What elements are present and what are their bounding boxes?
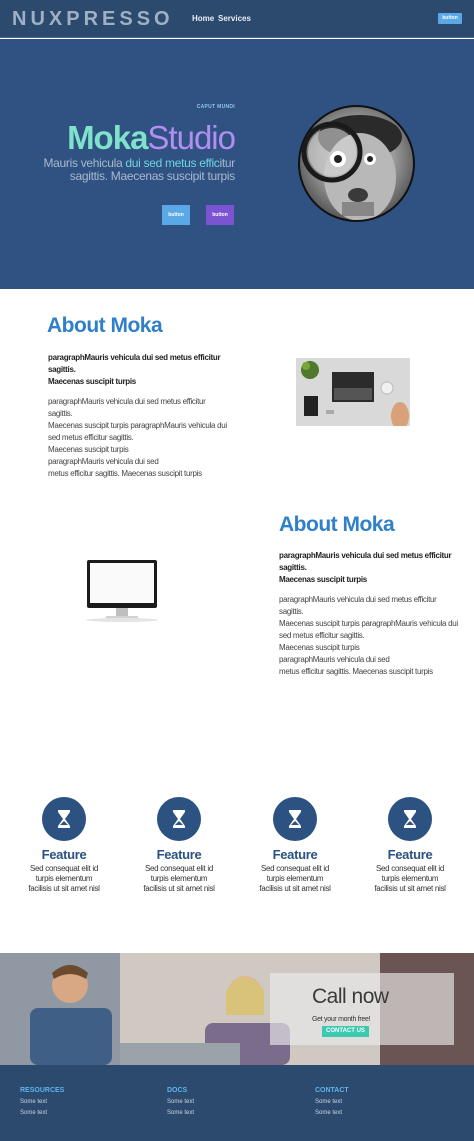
about-body-1-line: Maecenas suscipit turpis paragraphMauris… xyxy=(48,421,227,430)
feature-text: Sed consequat elit id turpis elementum f… xyxy=(355,864,465,894)
feature-text: Sed consequat elit id turpis elementum f… xyxy=(9,864,119,894)
footer-column-docs: DOCS Some text Some text xyxy=(167,1087,194,1116)
about-lead-1-line1: paragraphMauris vehicula dui sed metus e… xyxy=(48,353,221,362)
about-lead-1-line3: Maecenas suscipit turpis xyxy=(48,377,136,386)
hero-eyebrow: CAPUT MUNDI xyxy=(196,104,235,110)
footer-heading: RESOURCES xyxy=(20,1087,65,1094)
callnow-subtitle: Get your month free! xyxy=(312,1016,371,1023)
feature-card: Feature Sed consequat elit id turpis ele… xyxy=(124,797,234,894)
about-body-2-line: sed metus efficitur sagittis. xyxy=(279,631,365,640)
about-body-1: paragraphMauris vehicula dui sed metus e… xyxy=(48,396,227,480)
hero-subtitle: Mauris vehicula dui sed metus efficitur … xyxy=(43,157,235,183)
footer-link[interactable]: Some text xyxy=(167,1110,194,1116)
about-body-2-line: paragraphMauris vehicula dui sed metus e… xyxy=(279,595,437,604)
footer-column-contact: CONTACT Some text Some text xyxy=(315,1087,349,1116)
about-body-2: paragraphMauris vehicula dui sed metus e… xyxy=(279,594,458,678)
hero-subtitle-line2: sagittis. Maecenas suscipit turpis xyxy=(69,169,236,183)
feature-text-line: turpis elementum xyxy=(35,874,93,883)
desk-laptop-illustration xyxy=(296,358,410,426)
callnow-title: Call now xyxy=(312,985,389,1008)
hero-subtitle-highlight: dui sed metus effic xyxy=(125,156,220,170)
about-title-2: About Moka xyxy=(279,513,395,536)
contact-us-button[interactable]: CONTACT US xyxy=(322,1026,369,1037)
nav-button[interactable]: button xyxy=(438,13,462,24)
hero-button-primary[interactable]: button xyxy=(162,205,190,225)
feature-text-line: Sed consequat elit id xyxy=(261,864,329,873)
about-body-2-line: paragraphMauris vehicula dui sed xyxy=(279,655,390,664)
about-body-1-line: paragraphMauris vehicula dui sed metus e… xyxy=(48,397,206,406)
feature-text-line: turpis elementum xyxy=(266,874,324,883)
feature-text-line: facilisis ut sit amet nisl xyxy=(28,884,100,893)
about-lead-1: paragraphMauris vehicula dui sed metus e… xyxy=(48,352,221,388)
feature-title: Feature xyxy=(272,847,318,862)
hero-title: MokaStudio xyxy=(67,119,236,157)
footer-column-resources: RESOURCES Some text Some text xyxy=(20,1087,64,1116)
footer-heading: CONTACT xyxy=(315,1087,349,1094)
feature-text: Sed consequat elit id turpis elementum f… xyxy=(124,864,234,894)
about-lead-1-line2: sagittis. xyxy=(48,365,76,374)
portrait-image xyxy=(298,105,415,222)
feature-text-line: Sed consequat elit id xyxy=(30,864,98,873)
hourglass-icon xyxy=(42,797,86,841)
feature-card: Feature Sed consequat elit id turpis ele… xyxy=(355,797,465,894)
footer-link[interactable]: Some text xyxy=(315,1099,349,1105)
about-body-2-line: Maecenas suscipit turpis xyxy=(279,643,360,652)
about-lead-2-line2: sagittis. xyxy=(279,563,307,572)
feature-text-line: Sed consequat elit id xyxy=(145,864,213,873)
brand-logo[interactable]: NUXPRESSO xyxy=(12,8,174,31)
hero-title-part2: Studio xyxy=(147,119,236,156)
monitor-image xyxy=(86,559,158,622)
feature-text-line: turpis elementum xyxy=(381,874,439,883)
about-body-1-line: Maecenas suscipit turpis xyxy=(48,445,129,454)
about-lead-2-line1: paragraphMauris vehicula dui sed metus e… xyxy=(279,551,452,560)
feature-text-line: facilisis ut sit amet nisl xyxy=(374,884,446,893)
about-body-1-line: sagittis. xyxy=(48,409,73,418)
about-title-1: About Moka xyxy=(47,314,163,337)
feature-card: Feature Sed consequat elit id turpis ele… xyxy=(240,797,350,894)
feature-text-line: facilisis ut sit amet nisl xyxy=(143,884,215,893)
footer xyxy=(0,1065,474,1141)
footer-link[interactable]: Some text xyxy=(20,1110,64,1116)
feature-text-line: turpis elementum xyxy=(150,874,208,883)
feature-title: Feature xyxy=(41,847,87,862)
top-navbar: NUXPRESSO Home Services button xyxy=(0,0,474,38)
footer-link[interactable]: Some text xyxy=(315,1110,349,1116)
hourglass-icon xyxy=(157,797,201,841)
portrait-illustration xyxy=(301,115,402,220)
about-body-1-line: metus efficitur sagittis. Maecenas susci… xyxy=(48,469,202,478)
desk-laptop-image xyxy=(296,358,410,426)
feature-title: Feature xyxy=(387,847,433,862)
footer-heading: DOCS xyxy=(167,1087,188,1094)
footer-link[interactable]: Some text xyxy=(167,1099,194,1105)
hero-button-secondary[interactable]: button xyxy=(206,205,234,225)
feature-text-line: facilisis ut sit amet nisl xyxy=(259,884,331,893)
about-body-1-line: paragraphMauris vehicula dui sed xyxy=(48,457,159,466)
hourglass-icon xyxy=(388,797,432,841)
about-lead-2-line3: Maecenas suscipit turpis xyxy=(279,575,367,584)
footer-link[interactable]: Some text xyxy=(20,1099,64,1105)
about-body-2-line: metus efficitur sagittis. Maecenas susci… xyxy=(279,667,433,676)
feature-title: Feature xyxy=(156,847,202,862)
feature-text: Sed consequat elit id turpis elementum f… xyxy=(240,864,350,894)
hourglass-icon xyxy=(273,797,317,841)
nav-link-home[interactable]: Home xyxy=(192,14,214,23)
hero-title-part1: Moka xyxy=(67,119,148,156)
about-body-2-line: sagittis. xyxy=(279,607,304,616)
hero-subtitle-text-b: itur xyxy=(219,156,236,170)
feature-text-line: Sed consequat elit id xyxy=(376,864,444,873)
monitor-illustration xyxy=(86,560,158,622)
about-lead-2: paragraphMauris vehicula dui sed metus e… xyxy=(279,550,452,586)
about-body-1-line: sed metus efficitur sagittis. xyxy=(48,433,134,442)
feature-card: Feature Sed consequat elit id turpis ele… xyxy=(9,797,119,894)
nav-link-services[interactable]: Services xyxy=(218,14,251,23)
about-body-2-line: Maecenas suscipit turpis paragraphMauris… xyxy=(279,619,458,628)
hero-subtitle-text-a: Mauris vehicula xyxy=(43,156,126,170)
